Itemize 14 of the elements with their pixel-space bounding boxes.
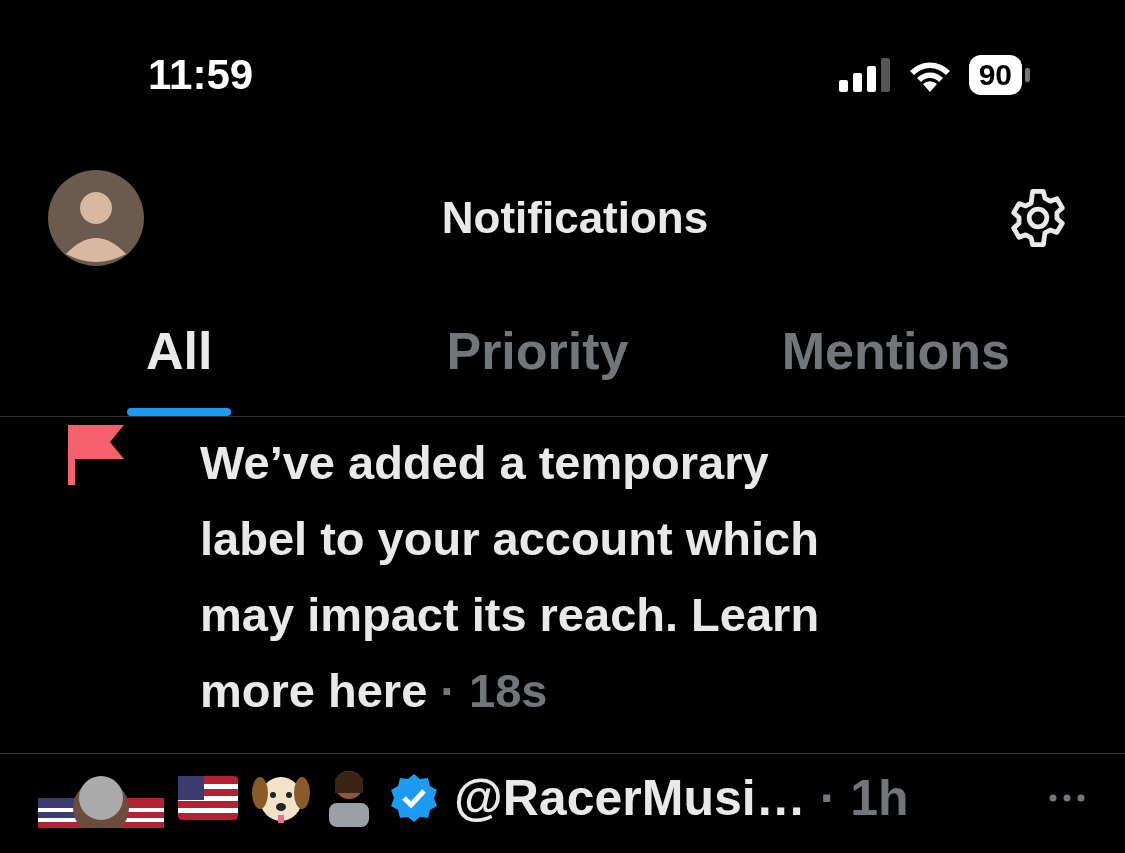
flag-icon xyxy=(178,776,238,820)
tab[interactable]: All xyxy=(0,286,359,416)
tab[interactable]: Mentions xyxy=(716,286,1075,416)
page-title: Notifications xyxy=(440,193,710,243)
tab[interactable]: Priority xyxy=(358,286,717,416)
signal-icon xyxy=(838,58,891,92)
post-time: · 1h xyxy=(819,769,910,827)
user-handle[interactable]: @RacerMusi… xyxy=(454,769,806,827)
notification-text[interactable]: We’ve added a temporary label to your account which may impact its reach. Learn more here · 18s xyxy=(200,425,860,729)
battery-cap-icon xyxy=(1025,68,1030,82)
battery-indicator: 90 xyxy=(968,55,1022,95)
status-time: 11:59 xyxy=(148,51,255,99)
avatar[interactable] xyxy=(48,170,144,266)
flag-icon xyxy=(68,425,124,485)
